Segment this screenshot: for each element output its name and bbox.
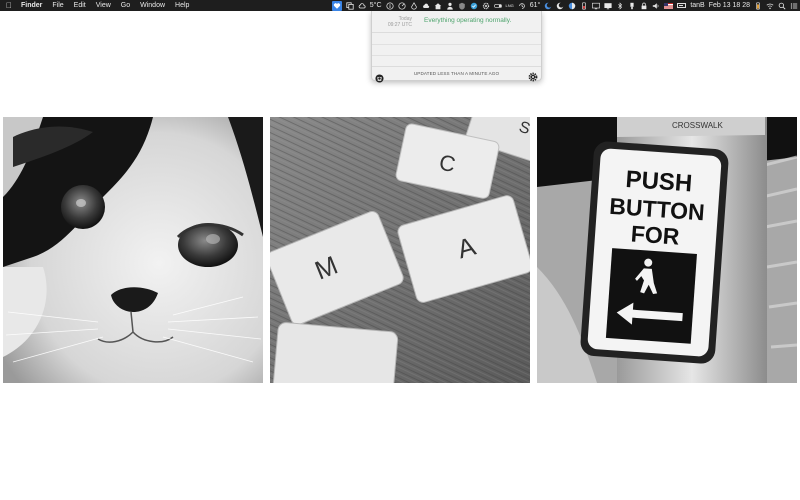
- popover-footer: UPDATED LESS THAN A MINUTE AGO: [372, 66, 541, 83]
- nightshift-icon[interactable]: [568, 1, 577, 10]
- status-message: Everything operating normally.: [424, 17, 512, 24]
- volume-icon[interactable]: [652, 1, 661, 10]
- status-time: 09:27 UTC: [387, 22, 412, 28]
- status-circle-icon[interactable]: [469, 1, 478, 10]
- menu-view[interactable]: View: [91, 0, 116, 11]
- gear-menu-icon[interactable]: [481, 1, 490, 10]
- status-timestamp: Today 09:27 UTC: [378, 16, 412, 28]
- crosswalk-top-label: CROSSWALK: [672, 121, 723, 130]
- lock-icon[interactable]: [640, 1, 649, 10]
- menu-bar:  Finder File Edit View Go Window Help 5…: [0, 0, 800, 11]
- moon-blue-icon[interactable]: [544, 1, 553, 10]
- menu-go[interactable]: Go: [116, 0, 135, 11]
- usb-icon[interactable]: [628, 1, 637, 10]
- person-icon[interactable]: [445, 1, 454, 10]
- calendar-battery-icon[interactable]: [754, 1, 763, 10]
- moon-icon[interactable]: [556, 1, 565, 10]
- cat-photo: [3, 117, 263, 383]
- gear-icon[interactable]: [528, 69, 538, 82]
- lng-indicator[interactable]: LNG: [504, 0, 516, 11]
- menu-window[interactable]: Window: [135, 0, 170, 11]
- updated-label: UPDATED LESS THAN A MINUTE AGO: [413, 71, 500, 76]
- apple-icon[interactable]: : [2, 1, 16, 10]
- disk-icon[interactable]: [397, 1, 406, 10]
- weather-cloud-icon[interactable]: [357, 1, 366, 10]
- monitor-icon[interactable]: [604, 1, 613, 10]
- user-name[interactable]: tanB: [688, 0, 706, 11]
- time-machine-icon[interactable]: [517, 1, 526, 10]
- cpu-temperature[interactable]: 61°: [528, 0, 543, 11]
- menu-app-finder[interactable]: Finder: [16, 0, 47, 11]
- status-entry: Today 09:27 UTC Everything operating nor…: [372, 11, 541, 33]
- menu-bar-left:  Finder File Edit View Go Window Help: [0, 0, 194, 11]
- display-icon[interactable]: [592, 1, 601, 10]
- menu-edit[interactable]: Edit: [69, 0, 91, 11]
- crosswalk-button-photo: CROSSWALK PUSH BUTTON FOR: [537, 117, 797, 383]
- sign-push: PUSH: [625, 166, 693, 198]
- notification-list-icon[interactable]: [790, 1, 799, 10]
- battery-icon[interactable]: [677, 3, 687, 8]
- drop-icon[interactable]: [409, 1, 418, 10]
- status-heart-icon[interactable]: [332, 0, 343, 11]
- menu-file[interactable]: File: [47, 0, 68, 11]
- menu-help[interactable]: Help: [170, 0, 194, 11]
- phone-battery-icon[interactable]: [580, 1, 589, 10]
- tile-bottom: [271, 322, 399, 383]
- us-flag-icon[interactable]: [664, 2, 674, 9]
- divider: [372, 44, 541, 45]
- bluetooth-icon[interactable]: [616, 1, 625, 10]
- clock[interactable]: Feb 13 18 28: [707, 0, 752, 11]
- sign-for: FOR: [630, 220, 681, 249]
- letter-tiles-photo: S C M A: [270, 117, 530, 383]
- cloud-icon[interactable]: [421, 1, 430, 10]
- weather-temperature[interactable]: 5°C: [368, 0, 384, 11]
- shield-icon[interactable]: [457, 1, 466, 10]
- menu-bar-extras: 5°C LNG 61° tanB Feb 13 18 28: [331, 0, 800, 11]
- search-icon[interactable]: [778, 1, 787, 10]
- home-icon[interactable]: [433, 1, 442, 10]
- wifi-icon[interactable]: [766, 1, 775, 10]
- divider: [372, 55, 541, 56]
- toggle-icon[interactable]: [493, 1, 502, 10]
- copy-icon[interactable]: [345, 1, 354, 10]
- status-popover: Today 09:27 UTC Everything operating nor…: [371, 11, 542, 83]
- info-icon[interactable]: [385, 1, 394, 10]
